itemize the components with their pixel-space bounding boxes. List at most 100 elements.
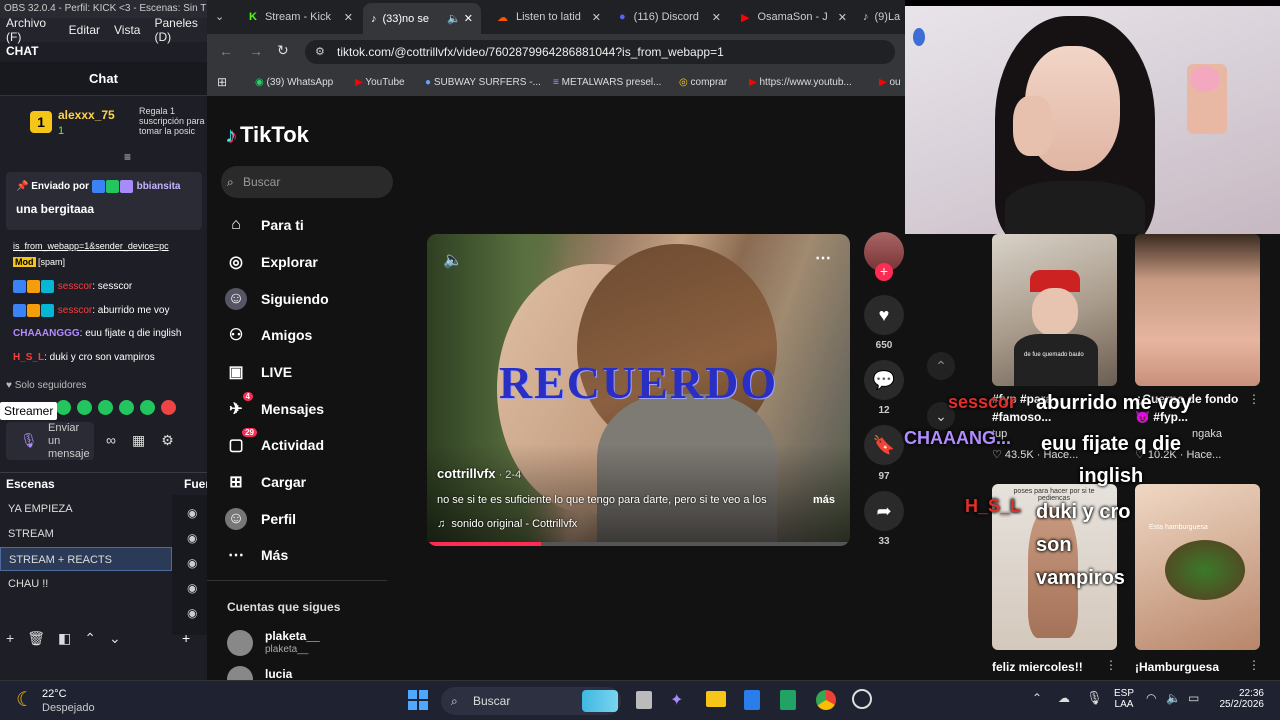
weather-temp[interactable]: 22°C — [42, 688, 67, 700]
bookmark[interactable]: ▶ YouTube — [355, 77, 405, 88]
volume-icon[interactable]: 🔈 — [443, 250, 463, 270]
tab-tiktok-active[interactable]: ♪ (33)no se 🔈 ✕ — [363, 3, 481, 34]
scene-item[interactable]: YA EMPIEZA — [0, 497, 172, 521]
video-sound[interactable]: ♫ sonido original - Cottrillvfx — [437, 518, 577, 530]
tab-kick[interactable]: K Stream - Kick ✕ — [241, 5, 359, 29]
following-name[interactable]: plaketa__ — [265, 629, 320, 643]
comment-button[interactable]: 💬 — [864, 360, 904, 400]
tab-tiktok-2[interactable]: ♪ (9)La — [857, 5, 905, 29]
bookmark[interactable]: ◎ comprar — [679, 77, 727, 88]
menu-editar[interactable]: Editar — [69, 23, 100, 37]
nav-perfil[interactable]: ☺ Perfil — [225, 508, 296, 530]
forward-icon[interactable]: → — [249, 43, 263, 59]
avatar[interactable] — [227, 630, 253, 656]
prev-video-icon[interactable]: ⌃ — [927, 352, 955, 380]
more-link[interactable]: más — [813, 494, 835, 506]
tab-youtube[interactable]: ▶ OsamaSon - J ✕ — [733, 5, 853, 29]
search-icon: ⌕ — [227, 175, 234, 189]
mic-icon[interactable]: 🎙 — [1086, 690, 1103, 706]
battery-icon[interactable]: ▭ — [1188, 691, 1199, 705]
wifi-icon[interactable]: ◠ — [1146, 691, 1156, 705]
nav-para-ti[interactable]: ⌂ Para ti — [225, 214, 304, 236]
nav-explorar[interactable]: ◎ Explorar — [225, 251, 318, 273]
site-info-icon[interactable]: ⚙ — [315, 45, 325, 58]
more-options-icon[interactable]: ⋮ — [1248, 392, 1260, 406]
clock[interactable]: 22:36 25/2/2026 — [1216, 688, 1265, 710]
menu-archivo[interactable]: Archivo (F) — [6, 16, 55, 44]
speaker-icon[interactable]: 🔈 — [1166, 691, 1181, 705]
video-author[interactable]: cottrillvfx · 2-4 — [437, 466, 521, 481]
chat-tab[interactable]: Chat — [0, 62, 207, 96]
url-field[interactable]: tiktok.com/@cottrillvfx/video/7602879964… — [305, 40, 895, 64]
following-name[interactable]: lucia — [265, 667, 292, 681]
save-button[interactable]: 🔖 — [864, 425, 904, 465]
weather-icon[interactable]: ☾ — [16, 687, 34, 712]
word-icon[interactable] — [744, 690, 760, 710]
arrow-up-icon[interactable]: ⌃ — [84, 630, 96, 647]
nav-mensajes[interactable]: ✈ 4 Mensajes — [225, 392, 324, 420]
copilot-icon[interactable]: ✦ — [670, 690, 683, 710]
more-options-icon[interactable]: ⋮ — [1248, 658, 1260, 672]
reload-icon[interactable]: ↻ — [277, 42, 289, 59]
scene-item[interactable]: STREAM — [0, 522, 172, 546]
overlay-message: duki y cro son vampiros — [1036, 501, 1131, 589]
add-source-icon[interactable]: + — [182, 630, 190, 646]
nav-actividad[interactable]: ▢ 29 Actividad — [225, 428, 324, 456]
tab-search-icon[interactable]: ⌄ — [215, 10, 224, 23]
tab-soundcloud[interactable]: ☁ Listen to latid ✕ — [489, 5, 605, 29]
more-options-icon[interactable]: ⋯ — [815, 248, 831, 268]
arrow-down-icon[interactable]: ⌄ — [109, 630, 121, 647]
chat-link[interactable]: is_from_webapp=1&sender_device=pc — [13, 241, 169, 251]
filter-icon[interactable]: ◧ — [58, 630, 71, 647]
avatar[interactable] — [227, 666, 253, 680]
apps-icon[interactable]: ⊞ — [217, 75, 227, 89]
tray-chevron-icon[interactable]: ⌃ — [1032, 691, 1042, 705]
scroll-down-icon[interactable]: ≡ — [124, 150, 131, 164]
feed-title[interactable]: ¡Hamburguesa — [1135, 660, 1219, 674]
tiktok-search-input[interactable]: ⌕ Buscar — [221, 166, 393, 198]
feed-title[interactable]: feliz miercoles!! — [992, 660, 1083, 674]
bookmark[interactable]: ● SUBWAY SURFERS -... — [425, 77, 541, 88]
share-button[interactable]: ➦ — [864, 491, 904, 531]
feed-thumb[interactable] — [1135, 234, 1260, 386]
menu-paneles[interactable]: Paneles (D) — [154, 16, 207, 44]
bookmark[interactable]: ◉ (39) WhatsApp — [255, 77, 333, 88]
chrome-icon[interactable] — [816, 690, 836, 710]
bookmark[interactable]: ▶ ou — [879, 77, 901, 88]
task-view-icon[interactable] — [636, 691, 652, 709]
gear-icon[interactable]: ⚙ — [161, 432, 174, 449]
obs-icon[interactable] — [852, 689, 872, 709]
emote-bar[interactable] — [56, 400, 206, 416]
feed-thumb[interactable]: de fue quemado baulo — [992, 234, 1117, 386]
bookmark[interactable]: ≡ METALWARS presel... — [553, 77, 661, 88]
language-indicator[interactable]: ESP LAA — [1114, 688, 1134, 710]
tab-discord[interactable]: ● (116) Discord ✕ — [611, 5, 727, 29]
windows-start-icon[interactable] — [408, 690, 428, 710]
nav-cargar[interactable]: ⊞ Cargar — [225, 471, 306, 493]
excel-icon[interactable] — [780, 690, 796, 710]
video-player[interactable]: RECUERDO 🔈 ⋯ cottrillvfx · 2-4 no se si … — [427, 234, 850, 546]
follow-plus-icon[interactable]: + — [875, 263, 893, 281]
bookmark[interactable]: ▶ https://www.youtub... — [749, 77, 852, 88]
nav-siguiendo[interactable]: ☺ Siguiendo — [225, 288, 329, 310]
video-caption: no se si te es suficiente lo que tengo p… — [437, 494, 767, 506]
infinity-icon[interactable]: ∞ — [106, 432, 116, 449]
cloud-icon[interactable]: ☁ — [1058, 691, 1070, 705]
more-options-icon[interactable]: ⋮ — [1105, 658, 1117, 672]
video-progress[interactable] — [427, 542, 850, 546]
back-icon[interactable]: ← — [219, 43, 233, 59]
nav-live[interactable]: ▣ LIVE — [225, 361, 292, 383]
file-explorer-icon[interactable] — [706, 691, 726, 707]
trash-icon[interactable]: 🗑 — [27, 630, 45, 647]
nav-mas[interactable]: ⋯ Más — [225, 544, 288, 566]
menu-vista[interactable]: Vista — [114, 23, 140, 37]
like-button[interactable]: ♥ — [864, 295, 904, 335]
gift-icon[interactable]: ▦ — [132, 432, 145, 449]
scene-item-selected[interactable]: STREAM + REACTS — [0, 547, 172, 571]
tiktok-logo[interactable]: ♪ TikTok — [225, 122, 309, 148]
scene-item[interactable]: CHAU !! — [0, 572, 172, 596]
add-icon[interactable]: + — [6, 630, 14, 647]
send-message-input[interactable]: 🎙 Enviar un mensaje — [6, 422, 94, 460]
nav-amigos[interactable]: ⚇ Amigos — [225, 324, 313, 346]
home-icon: ⌂ — [231, 216, 241, 233]
